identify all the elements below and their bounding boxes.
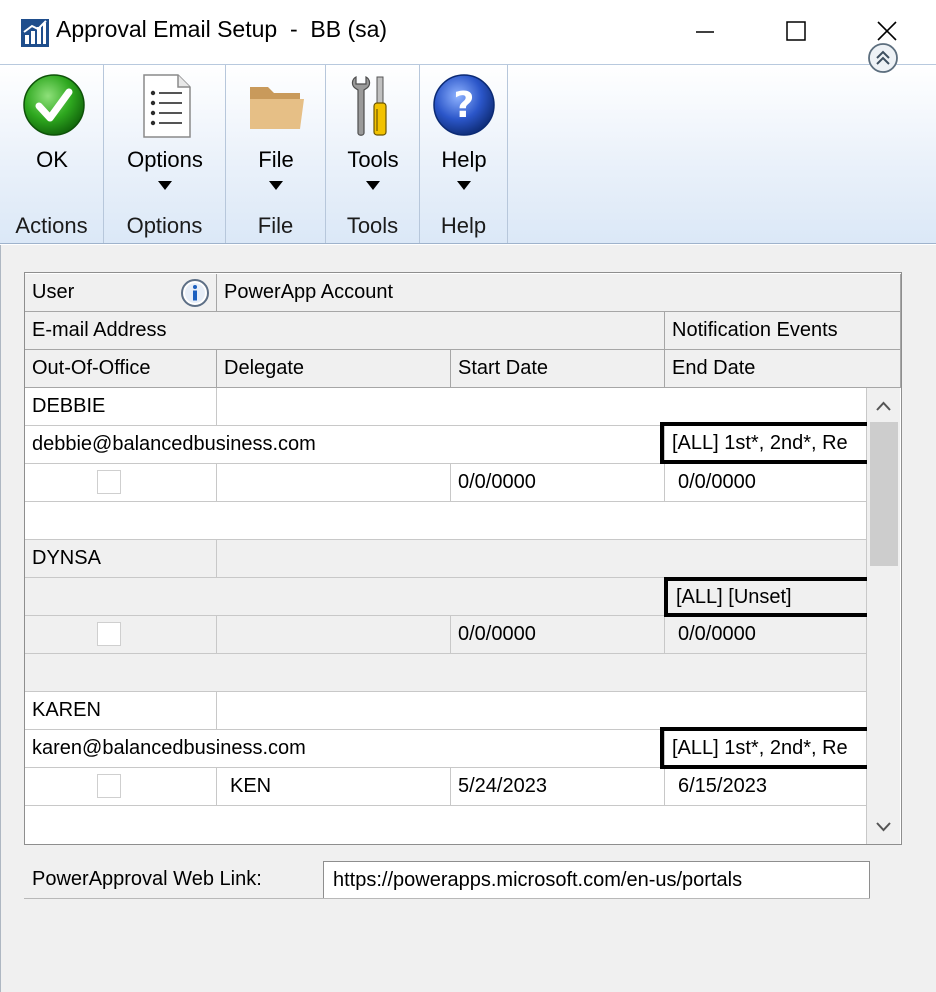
maximize-button[interactable] bbox=[750, 0, 842, 64]
notification-events-highlight[interactable]: [ALL] 1st*, 2nd*, Re bbox=[660, 422, 878, 464]
group-name-file: File bbox=[257, 213, 294, 238]
info-icon[interactable] bbox=[180, 278, 210, 308]
notification-events-highlight[interactable]: [ALL] 1st*, 2nd*, Re bbox=[660, 727, 878, 769]
list-document-icon bbox=[143, 74, 191, 138]
group-name-help: Help bbox=[440, 213, 487, 238]
file-label: File bbox=[258, 147, 294, 172]
folder-icon bbox=[250, 87, 304, 129]
scroll-down-icon[interactable] bbox=[867, 810, 900, 844]
options-label: Options bbox=[127, 147, 203, 172]
options-dropdown-arrow-icon bbox=[104, 181, 226, 193]
record-start-date[interactable]: 0/0/0000 bbox=[451, 464, 665, 502]
minimize-icon bbox=[696, 31, 714, 33]
header-powerapp-account-label: PowerApp Account bbox=[224, 281, 393, 303]
record-out-of-office-cell bbox=[25, 768, 217, 806]
record-end-date[interactable]: 0/0/0000 bbox=[665, 464, 867, 502]
tools-dropdown-arrow-icon bbox=[326, 181, 420, 193]
record-start-date[interactable]: 5/24/2023 bbox=[451, 768, 665, 806]
window-title: Approval Email Setup - BB (sa) bbox=[56, 16, 388, 42]
record-spacer bbox=[25, 806, 867, 844]
record-end-date[interactable]: 6/15/2023 bbox=[665, 768, 867, 806]
weblink-input[interactable]: https://powerapps.microsoft.com/en-us/po… bbox=[323, 861, 870, 899]
record-delegate[interactable] bbox=[217, 616, 451, 654]
record-powerapp-account[interactable] bbox=[217, 540, 867, 578]
header-out-of-office-label: Out-Of-Office bbox=[32, 357, 151, 379]
file-button[interactable]: File bbox=[226, 65, 326, 205]
header-powerapp-account[interactable]: PowerApp Account bbox=[217, 274, 901, 312]
record-out-of-office-cell bbox=[25, 464, 217, 502]
ok-button[interactable]: OK bbox=[0, 65, 104, 205]
ribbon-group-actions: OK Actions bbox=[0, 65, 104, 243]
record-delegate[interactable]: KEN bbox=[217, 768, 451, 806]
header-start-date[interactable]: Start Date bbox=[451, 350, 665, 388]
record-spacer bbox=[25, 502, 867, 540]
header-notification-events-label: Notification Events bbox=[672, 319, 838, 341]
record-end-date[interactable]: 0/0/0000 bbox=[665, 616, 867, 654]
ribbon-group-file: File File bbox=[226, 65, 326, 243]
header-user[interactable]: User bbox=[25, 274, 217, 312]
scroll-up-icon[interactable] bbox=[867, 390, 900, 424]
divider bbox=[24, 898, 870, 899]
header-user-label: User bbox=[32, 281, 75, 303]
help-icon: ? bbox=[433, 74, 495, 136]
checkmark-icon bbox=[23, 74, 85, 136]
file-dropdown-arrow-icon bbox=[226, 181, 326, 193]
header-end-date[interactable]: End Date bbox=[665, 350, 901, 388]
group-name-actions: Actions bbox=[15, 213, 88, 238]
record-email[interactable]: karen@balancedbusiness.com bbox=[25, 730, 665, 768]
header-email-address-label: E-mail Address bbox=[32, 319, 167, 341]
tools-button[interactable]: Tools bbox=[326, 65, 420, 205]
record-user[interactable]: DEBBIE bbox=[25, 388, 217, 426]
header-email-address[interactable]: E-mail Address bbox=[25, 312, 665, 350]
title-bar: Approval Email Setup - BB (sa) bbox=[0, 0, 936, 64]
help-dropdown-arrow-icon bbox=[420, 181, 508, 193]
header-notification-events[interactable]: Notification Events bbox=[665, 312, 901, 350]
notification-events-highlight[interactable]: [ALL] [Unset] bbox=[664, 577, 871, 617]
record-user[interactable]: KAREN bbox=[25, 692, 217, 730]
svg-text:?: ? bbox=[454, 85, 475, 126]
record-spacer bbox=[25, 654, 867, 692]
ribbon-group-options: Options Options bbox=[104, 65, 226, 243]
out-of-office-checkbox[interactable] bbox=[97, 622, 121, 646]
ok-label: OK bbox=[36, 147, 68, 172]
record-powerapp-account[interactable] bbox=[217, 692, 867, 730]
header-end-date-label: End Date bbox=[672, 357, 756, 379]
record-user[interactable]: DYNSA bbox=[25, 540, 217, 578]
ribbon-group-help: ? Help Help bbox=[420, 65, 508, 243]
maximize-icon bbox=[786, 21, 806, 41]
header-delegate-label: Delegate bbox=[224, 357, 305, 379]
ribbon-group-tools: Tools Tools bbox=[326, 65, 420, 243]
help-label: Help bbox=[441, 147, 487, 172]
group-name-tools: Tools bbox=[346, 213, 399, 238]
collapse-up-icon[interactable] bbox=[867, 42, 899, 74]
ribbon: OK Actions Options Options File File Too… bbox=[0, 64, 936, 244]
chart-icon bbox=[21, 19, 49, 47]
out-of-office-checkbox[interactable] bbox=[97, 470, 121, 494]
tools-label: Tools bbox=[347, 147, 399, 172]
options-button[interactable]: Options bbox=[104, 65, 226, 205]
record-out-of-office-cell bbox=[25, 616, 217, 654]
header-delegate[interactable]: Delegate bbox=[217, 350, 451, 388]
header-out-of-office[interactable]: Out-Of-Office bbox=[25, 350, 217, 388]
record-email[interactable]: debbie@balancedbusiness.com bbox=[25, 426, 665, 464]
help-button[interactable]: ? Help bbox=[420, 65, 508, 205]
group-name-options: Options bbox=[126, 213, 203, 238]
out-of-office-checkbox[interactable] bbox=[97, 774, 121, 798]
record-email[interactable] bbox=[25, 578, 665, 616]
weblink-label: PowerApproval Web Link: bbox=[32, 868, 262, 890]
header-start-date-label: Start Date bbox=[458, 357, 549, 379]
record-delegate[interactable] bbox=[217, 464, 451, 502]
record-start-date[interactable]: 0/0/0000 bbox=[451, 616, 665, 654]
minimize-button[interactable] bbox=[658, 0, 750, 64]
tools-icon bbox=[351, 76, 387, 136]
record-powerapp-account[interactable] bbox=[217, 388, 867, 426]
scrollbar-thumb[interactable] bbox=[870, 422, 898, 566]
